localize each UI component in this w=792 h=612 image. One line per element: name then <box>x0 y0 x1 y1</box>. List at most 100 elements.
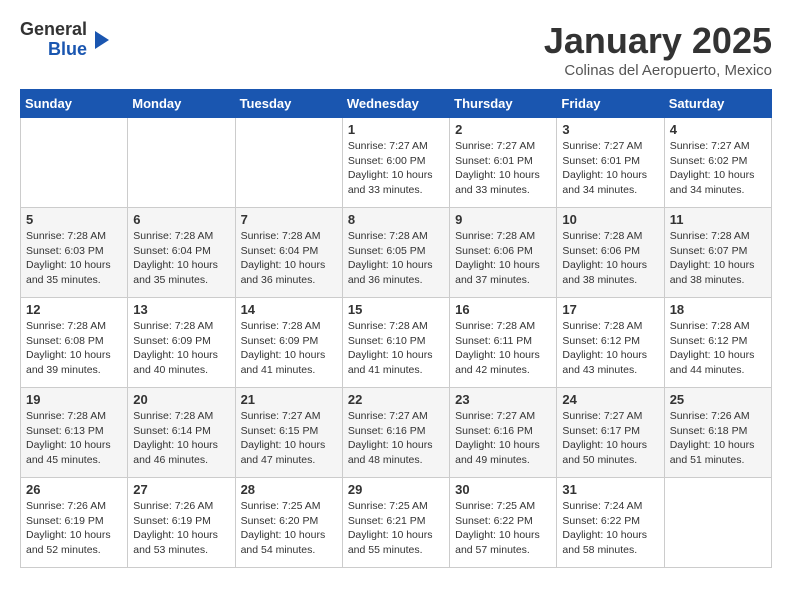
day-info: Sunrise: 7:27 AM Sunset: 6:01 PM Dayligh… <box>455 139 551 198</box>
calendar-cell: 7 Sunrise: 7:28 AM Sunset: 6:04 PM Daylig… <box>235 208 342 298</box>
day-info: Sunrise: 7:26 AM Sunset: 6:19 PM Dayligh… <box>26 499 122 558</box>
day-number: 1 <box>348 122 444 137</box>
day-number: 25 <box>670 392 766 407</box>
day-number: 12 <box>26 302 122 317</box>
day-info: Sunrise: 7:27 AM Sunset: 6:16 PM Dayligh… <box>348 409 444 468</box>
calendar-cell <box>235 118 342 208</box>
calendar-cell: 21Sunrise: 7:27 AM Sunset: 6:15 PM Dayli… <box>235 388 342 478</box>
calendar-cell: 18 Sunrise: 7:28 AM Sunset: 6:12 PM Dayli… <box>664 298 771 388</box>
weekday-header-tuesday: Tuesday <box>235 90 342 118</box>
calendar-cell: 3Sunrise: 7:27 AM Sunset: 6:01 PM Daylig… <box>557 118 664 208</box>
day-number: 7 <box>241 212 337 227</box>
day-info: Sunrise: 7:28 AM Sunset: 6:11 PM Dayligh… <box>455 319 551 378</box>
day-number: 10 <box>562 212 658 227</box>
calendar-cell <box>128 118 235 208</box>
day-info: Sunrise: 7:24 AM Sunset: 6:22 PM Dayligh… <box>562 499 658 558</box>
day-info: Sunrise: 7:28 AM Sunset: 6:03 PM Dayligh… <box>26 229 122 288</box>
day-info: Sunrise: 7:25 AM Sunset: 6:21 PM Dayligh… <box>348 499 444 558</box>
calendar-cell: 20 Sunrise: 7:28 AM Sunset: 6:14 PM Dayli… <box>128 388 235 478</box>
calendar-cell: 9Sunrise: 7:28 AM Sunset: 6:06 PM Daylig… <box>450 208 557 298</box>
day-number: 17 <box>562 302 658 317</box>
day-number: 2 <box>455 122 551 137</box>
week-row-5: 26 Sunrise: 7:26 AM Sunset: 6:19 PM Dayli… <box>21 478 772 568</box>
calendar-cell: 10 Sunrise: 7:28 AM Sunset: 6:06 PM Dayli… <box>557 208 664 298</box>
calendar-cell: 15Sunrise: 7:28 AM Sunset: 6:10 PM Dayli… <box>342 298 449 388</box>
calendar-cell: 8Sunrise: 7:28 AM Sunset: 6:05 PM Daylig… <box>342 208 449 298</box>
day-info: Sunrise: 7:28 AM Sunset: 6:06 PM Dayligh… <box>562 229 658 288</box>
calendar-cell: 19 Sunrise: 7:28 AM Sunset: 6:13 PM Dayli… <box>21 388 128 478</box>
day-number: 9 <box>455 212 551 227</box>
day-number: 27 <box>133 482 229 497</box>
logo-text-blue: Blue <box>48 40 87 60</box>
day-info: Sunrise: 7:26 AM Sunset: 6:19 PM Dayligh… <box>133 499 229 558</box>
calendar-cell: 27 Sunrise: 7:26 AM Sunset: 6:19 PM Dayli… <box>128 478 235 568</box>
logo: General Blue <box>20 20 109 60</box>
day-info: Sunrise: 7:28 AM Sunset: 6:04 PM Dayligh… <box>133 229 229 288</box>
calendar-cell: 16 Sunrise: 7:28 AM Sunset: 6:11 PM Dayli… <box>450 298 557 388</box>
day-info: Sunrise: 7:28 AM Sunset: 6:09 PM Dayligh… <box>133 319 229 378</box>
day-info: Sunrise: 7:28 AM Sunset: 6:09 PM Dayligh… <box>241 319 337 378</box>
week-row-4: 19 Sunrise: 7:28 AM Sunset: 6:13 PM Dayli… <box>21 388 772 478</box>
day-number: 18 <box>670 302 766 317</box>
calendar-cell: 31 Sunrise: 7:24 AM Sunset: 6:22 PM Dayli… <box>557 478 664 568</box>
day-info: Sunrise: 7:26 AM Sunset: 6:18 PM Dayligh… <box>670 409 766 468</box>
day-info: Sunrise: 7:25 AM Sunset: 6:22 PM Dayligh… <box>455 499 551 558</box>
logo-text-general: General <box>20 20 87 40</box>
weekday-header-wednesday: Wednesday <box>342 90 449 118</box>
day-number: 31 <box>562 482 658 497</box>
weekday-header-row: SundayMondayTuesdayWednesdayThursdayFrid… <box>21 90 772 118</box>
day-info: Sunrise: 7:28 AM Sunset: 6:13 PM Dayligh… <box>26 409 122 468</box>
day-number: 15 <box>348 302 444 317</box>
weekday-header-friday: Friday <box>557 90 664 118</box>
day-number: 13 <box>133 302 229 317</box>
day-number: 24 <box>562 392 658 407</box>
weekday-header-monday: Monday <box>128 90 235 118</box>
logo-arrow-icon <box>95 31 109 49</box>
day-number: 29 <box>348 482 444 497</box>
day-info: Sunrise: 7:28 AM Sunset: 6:07 PM Dayligh… <box>670 229 766 288</box>
day-info: Sunrise: 7:28 AM Sunset: 6:05 PM Dayligh… <box>348 229 444 288</box>
calendar-cell <box>664 478 771 568</box>
weekday-header-thursday: Thursday <box>450 90 557 118</box>
calendar-cell: 5 Sunrise: 7:28 AM Sunset: 6:03 PM Daylig… <box>21 208 128 298</box>
day-number: 14 <box>241 302 337 317</box>
day-number: 19 <box>26 392 122 407</box>
day-number: 20 <box>133 392 229 407</box>
day-info: Sunrise: 7:27 AM Sunset: 6:00 PM Dayligh… <box>348 139 444 198</box>
day-info: Sunrise: 7:28 AM Sunset: 6:14 PM Dayligh… <box>133 409 229 468</box>
day-number: 22 <box>348 392 444 407</box>
day-number: 4 <box>670 122 766 137</box>
calendar-cell: 13 Sunrise: 7:28 AM Sunset: 6:09 PM Dayli… <box>128 298 235 388</box>
calendar-cell: 23Sunrise: 7:27 AM Sunset: 6:16 PM Dayli… <box>450 388 557 478</box>
day-number: 5 <box>26 212 122 227</box>
calendar-cell: 4 Sunrise: 7:27 AM Sunset: 6:02 PM Daylig… <box>664 118 771 208</box>
day-info: Sunrise: 7:25 AM Sunset: 6:20 PM Dayligh… <box>241 499 337 558</box>
month-title: January 2025 <box>544 20 772 62</box>
calendar-cell: 25 Sunrise: 7:26 AM Sunset: 6:18 PM Dayli… <box>664 388 771 478</box>
day-number: 30 <box>455 482 551 497</box>
day-info: Sunrise: 7:28 AM Sunset: 6:12 PM Dayligh… <box>670 319 766 378</box>
week-row-2: 5 Sunrise: 7:28 AM Sunset: 6:03 PM Daylig… <box>21 208 772 298</box>
week-row-1: 1 Sunrise: 7:27 AM Sunset: 6:00 PM Daylig… <box>21 118 772 208</box>
day-info: Sunrise: 7:28 AM Sunset: 6:04 PM Dayligh… <box>241 229 337 288</box>
day-info: Sunrise: 7:27 AM Sunset: 6:02 PM Dayligh… <box>670 139 766 198</box>
calendar-cell: 6Sunrise: 7:28 AM Sunset: 6:04 PM Daylig… <box>128 208 235 298</box>
day-info: Sunrise: 7:27 AM Sunset: 6:16 PM Dayligh… <box>455 409 551 468</box>
calendar-cell: 17 Sunrise: 7:28 AM Sunset: 6:12 PM Dayli… <box>557 298 664 388</box>
calendar-cell: 11Sunrise: 7:28 AM Sunset: 6:07 PM Dayli… <box>664 208 771 298</box>
day-info: Sunrise: 7:27 AM Sunset: 6:17 PM Dayligh… <box>562 409 658 468</box>
day-info: Sunrise: 7:28 AM Sunset: 6:12 PM Dayligh… <box>562 319 658 378</box>
calendar-cell: 24 Sunrise: 7:27 AM Sunset: 6:17 PM Dayli… <box>557 388 664 478</box>
day-info: Sunrise: 7:27 AM Sunset: 6:15 PM Dayligh… <box>241 409 337 468</box>
page-header: General Blue January 2025 Colinas del Ae… <box>20 20 772 79</box>
calendar-cell: 1 Sunrise: 7:27 AM Sunset: 6:00 PM Daylig… <box>342 118 449 208</box>
calendar-cell: 2 Sunrise: 7:27 AM Sunset: 6:01 PM Daylig… <box>450 118 557 208</box>
day-info: Sunrise: 7:27 AM Sunset: 6:01 PM Dayligh… <box>562 139 658 198</box>
calendar-cell: 29 Sunrise: 7:25 AM Sunset: 6:21 PM Dayli… <box>342 478 449 568</box>
day-number: 16 <box>455 302 551 317</box>
weekday-header-sunday: Sunday <box>21 90 128 118</box>
calendar-cell <box>21 118 128 208</box>
day-number: 26 <box>26 482 122 497</box>
title-block: January 2025 Colinas del Aeropuerto, Mex… <box>544 20 772 79</box>
day-info: Sunrise: 7:28 AM Sunset: 6:08 PM Dayligh… <box>26 319 122 378</box>
